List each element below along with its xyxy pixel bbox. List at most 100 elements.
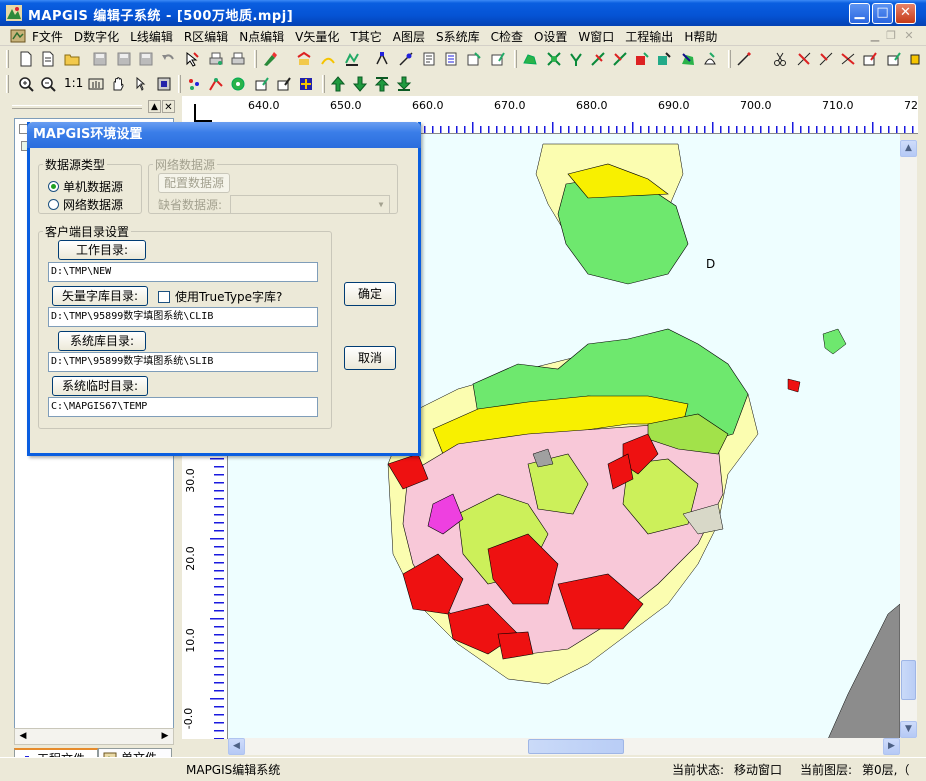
toolbar-grip[interactable] (514, 50, 517, 68)
default-datasource-select[interactable]: ▼ (230, 195, 390, 214)
mdi-minimize-button[interactable]: ▁ (868, 29, 882, 42)
arrow-down-icon[interactable] (352, 76, 368, 92)
region-attr-icon[interactable] (656, 51, 672, 67)
line-cut-icon[interactable] (772, 51, 788, 67)
menu-digitize[interactable]: D数字化 (74, 28, 119, 45)
edit-text-icon[interactable] (422, 51, 438, 67)
scroll-left-button[interactable]: ◀ (16, 729, 30, 744)
menu-settings[interactable]: O设置 (534, 28, 567, 45)
menu-window[interactable]: W窗口 (578, 28, 614, 45)
panel-close-button[interactable]: ✕ (162, 100, 175, 113)
chevron-down-icon[interactable]: ▼ (373, 196, 389, 213)
map-vertical-scrollbar[interactable]: ▲ ▼ (900, 140, 917, 738)
refresh-view-icon[interactable] (156, 76, 172, 92)
radio-local-datasource[interactable]: 单机数据源 (48, 178, 123, 195)
line-draw-icon[interactable] (736, 51, 752, 67)
work-dir-button[interactable]: 工作目录: (58, 240, 146, 260)
menu-other[interactable]: T其它 (350, 28, 381, 45)
temp-dir-field[interactable]: C:\MAPGIS67\TEMP (48, 397, 318, 417)
region-fill-icon[interactable] (522, 51, 538, 67)
maximize-button[interactable]: □ (872, 3, 893, 24)
toolbar-grip[interactable] (178, 75, 181, 93)
ok-button[interactable]: 确定 (344, 282, 396, 306)
region-merge-icon[interactable] (568, 51, 584, 67)
toolbar-more-icon[interactable] (908, 51, 924, 67)
horizontal-scroll-thumb[interactable] (528, 739, 624, 754)
scroll-right-button[interactable]: ▶ (883, 738, 900, 755)
map-horizontal-scrollbar[interactable]: ◀ ▶ (228, 738, 900, 755)
title-bar[interactable]: MAPGIS 编辑子系统 - [500万地质.mpj] ▁ □ ✕ (0, 0, 926, 26)
radio-dot[interactable] (48, 199, 59, 210)
menu-project-output[interactable]: 工程输出 (625, 28, 673, 45)
toolbar-grip[interactable] (322, 75, 325, 93)
region-pattern-icon[interactable] (680, 51, 696, 67)
arrow-bottom-icon[interactable] (396, 76, 412, 92)
vector-font-dir-field[interactable]: D:\TMP\95899数字填图系统\CLIB (48, 307, 318, 327)
arrow-up-icon[interactable] (330, 76, 346, 92)
region-param-icon[interactable] (634, 51, 650, 67)
radio-network-datasource[interactable]: 网络数据源 (48, 196, 123, 213)
truetype-checkbox[interactable]: 使用TrueType字库? (158, 288, 282, 305)
zoom-out-icon[interactable] (40, 76, 56, 92)
select-icon[interactable] (184, 51, 200, 67)
mdi-close-button[interactable]: ✕ (902, 29, 916, 42)
region-delete-icon[interactable] (612, 51, 628, 67)
region-tool-icon[interactable] (344, 51, 360, 67)
print-preview-icon[interactable] (208, 51, 224, 67)
document-menu-icon[interactable] (10, 28, 28, 44)
toolbar-grip[interactable] (6, 50, 9, 68)
close-button[interactable]: ✕ (895, 3, 916, 24)
region-cut-icon[interactable] (590, 51, 606, 67)
arrow-top-icon[interactable] (374, 76, 390, 92)
toolbar-grip[interactable] (254, 50, 257, 68)
temp-dir-button[interactable]: 系统临时目录: (52, 376, 148, 396)
actual-size-icon[interactable]: 1:1 (64, 76, 83, 90)
line-split-icon[interactable] (796, 51, 812, 67)
config-datasource-button[interactable]: 配置数据源 (158, 173, 230, 193)
scroll-up-button[interactable]: ▲ (900, 140, 917, 157)
save-as-icon[interactable] (116, 51, 132, 67)
tree-horizontal-scrollbar[interactable]: ◀ ▶ (14, 728, 174, 745)
vertex-icon[interactable] (374, 51, 390, 67)
scroll-left-button[interactable]: ◀ (228, 738, 245, 755)
syslib-dir-field[interactable]: D:\TMP\95899数字填图系统\SLIB (48, 352, 318, 372)
app-icon[interactable] (6, 5, 22, 21)
menu-help[interactable]: H帮助 (684, 28, 717, 45)
line-delete-icon[interactable] (818, 51, 834, 67)
vector-font-dir-button[interactable]: 矢量字库目录: (52, 286, 148, 306)
point-layer-icon[interactable] (186, 76, 202, 92)
line-join-icon[interactable] (840, 51, 856, 67)
draw-tool-icon[interactable] (262, 51, 278, 67)
menu-system-library[interactable]: S系统库 (436, 28, 480, 45)
pointer-icon[interactable] (132, 76, 148, 92)
doc-list-icon[interactable] (444, 51, 460, 67)
edit-param-icon[interactable] (490, 51, 506, 67)
menu-check[interactable]: C检查 (491, 28, 523, 45)
work-dir-field[interactable]: D:\TMP\NEW (48, 262, 318, 282)
layer-param-icon[interactable] (276, 76, 292, 92)
mdi-restore-button[interactable]: ❐ (884, 29, 898, 42)
toolbar-grip[interactable] (728, 50, 731, 68)
cancel-button[interactable]: 取消 (344, 346, 396, 370)
panel-grip[interactable] (12, 105, 142, 109)
region-split-icon[interactable] (546, 51, 562, 67)
menu-point-edit[interactable]: N点编辑 (239, 28, 284, 45)
line-attr-icon[interactable] (886, 51, 902, 67)
line-layer-icon[interactable] (208, 76, 224, 92)
region-layer-icon[interactable] (230, 76, 246, 92)
menu-line-edit[interactable]: L线编辑 (130, 28, 173, 45)
panel-collapse-button[interactable]: ▲ (148, 100, 161, 113)
scroll-right-button[interactable]: ▶ (158, 729, 172, 744)
minimize-button[interactable]: ▁ (849, 3, 870, 24)
scroll-down-button[interactable]: ▼ (900, 721, 917, 738)
menu-vectorize[interactable]: V矢量化 (295, 28, 339, 45)
menu-file[interactable]: F文件 (32, 28, 63, 45)
attribute-icon[interactable] (466, 51, 482, 67)
save-all-icon[interactable] (138, 51, 154, 67)
layer-edit-icon[interactable] (296, 51, 312, 67)
hand-pan-icon[interactable] (110, 76, 126, 92)
menu-region-edit[interactable]: R区编辑 (184, 28, 228, 45)
syslib-dir-button[interactable]: 系统库目录: (58, 331, 146, 351)
new-file-icon[interactable] (18, 51, 34, 67)
save-icon[interactable] (92, 51, 108, 67)
